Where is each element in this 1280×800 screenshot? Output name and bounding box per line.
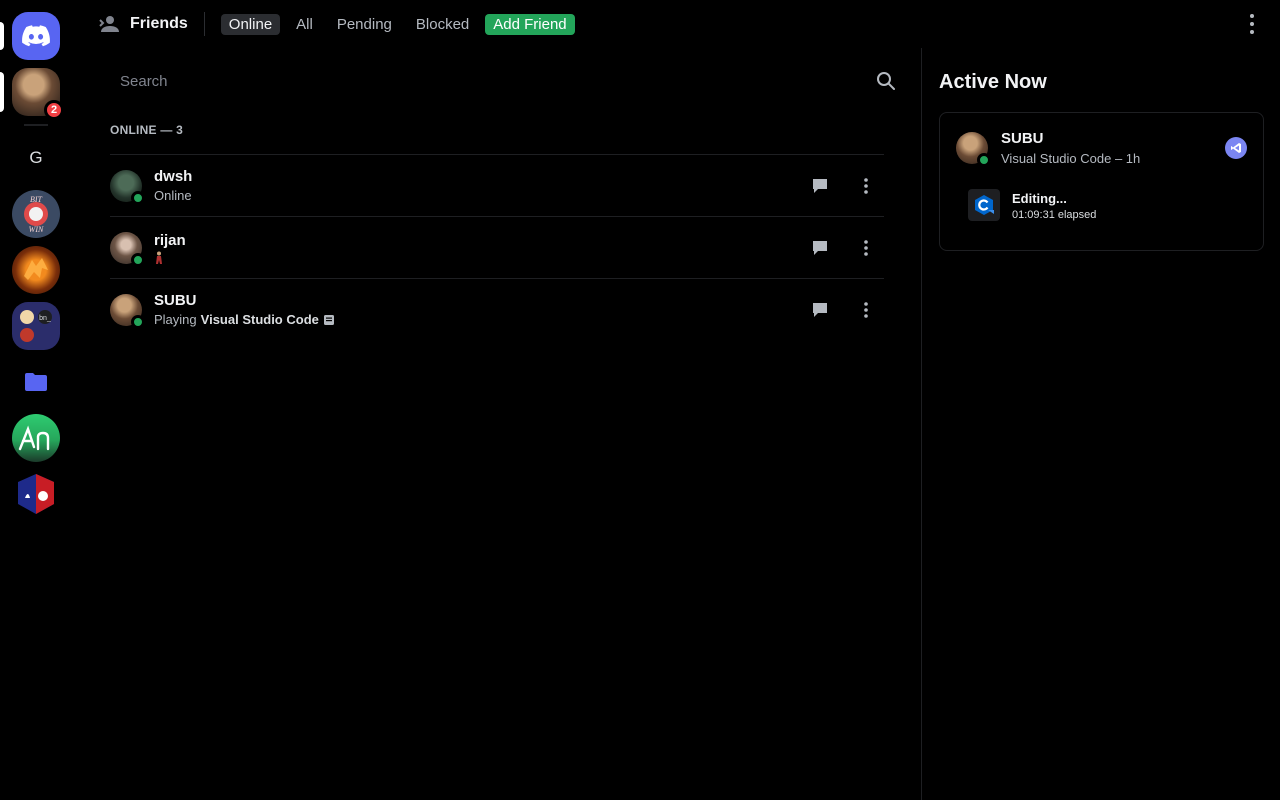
kebab-menu-icon (1250, 14, 1254, 34)
server-bit-win[interactable]: BIT WIN (12, 190, 60, 238)
friends-list-panel: ONLINE — 3 dwsh Online (72, 48, 921, 800)
friends-tabs: Online All Pending Blocked Add Friend (220, 13, 575, 35)
dragon-logo-icon (24, 258, 48, 280)
active-now-card[interactable]: SUBU Visual Studio Code – 1h Editing... … (939, 112, 1264, 251)
online-status-icon (131, 190, 145, 205)
friend-name: rijan (154, 231, 186, 249)
online-status-icon (131, 314, 145, 329)
tab-blocked[interactable]: Blocked (408, 14, 477, 35)
server-rail: 2 G BIT WIN bn_ (0, 0, 72, 800)
chat-bubble-icon (813, 178, 827, 193)
friend-row-subu[interactable]: SUBU Playing Visual Studio Code (110, 278, 884, 340)
svg-text:BIT: BIT (30, 195, 43, 204)
status-app: Visual Studio Code (200, 311, 319, 327)
tab-pending[interactable]: Pending (329, 14, 400, 35)
kebab-menu-icon (864, 301, 868, 318)
custom-status-emoji-icon (156, 251, 162, 264)
home-button[interactable] (0, 12, 60, 60)
unread-pill (0, 72, 4, 112)
message-button[interactable] (802, 230, 838, 266)
search-icon (877, 72, 895, 90)
selected-pill (0, 22, 4, 50)
bit-win-logo-icon: BIT WIN (13, 191, 59, 237)
row-actions (802, 292, 884, 328)
kebab-menu-icon (864, 177, 868, 194)
discord-app: 2 G BIT WIN bn_ Friends Online All Pendi… (0, 0, 1280, 800)
avatar (110, 169, 145, 205)
friends-header: Friends (98, 12, 205, 36)
status-prefix: Playing (154, 311, 197, 327)
vscode-app-icon (1225, 137, 1247, 159)
search-bar (110, 64, 896, 98)
more-options-button[interactable] (1244, 12, 1260, 36)
server-folder[interactable] (12, 358, 60, 406)
message-button[interactable] (802, 292, 838, 328)
server-group[interactable]: bn_ (12, 302, 60, 350)
server-group-icon: bn_ (20, 310, 52, 342)
friend-status: Online (154, 187, 192, 203)
more-button[interactable] (848, 230, 884, 266)
more-button[interactable] (848, 168, 884, 204)
active-now-title: Active Now (939, 71, 1047, 93)
activity-detail: Editing... 01:09:31 elapsed (956, 183, 1247, 235)
shield-logo-icon (18, 474, 54, 514)
friend-info: SUBU Playing Visual Studio Code (154, 291, 335, 329)
more-button[interactable] (848, 292, 884, 328)
kebab-menu-icon (864, 239, 868, 256)
friend-status: Playing Visual Studio Code (154, 311, 335, 329)
svg-text:bn_: bn_ (39, 315, 51, 322)
unread-badge: 2 (44, 100, 64, 120)
online-status-icon (131, 252, 145, 267)
top-bar: Friends Online All Pending Blocked Add F… (72, 0, 1280, 48)
online-status-icon (977, 153, 991, 167)
active-user-activity: Visual Studio Code – 1h (1001, 151, 1141, 166)
add-friend-button[interactable]: Add Friend (485, 13, 575, 35)
friend-row-rijan[interactable]: rijan (110, 216, 884, 278)
chat-bubble-icon (813, 240, 827, 255)
server-g[interactable]: G (12, 134, 60, 182)
folder-icon (25, 373, 47, 391)
row-actions (802, 168, 884, 204)
an-logo-icon (18, 425, 50, 451)
chat-bubble-icon (813, 302, 827, 317)
search-input[interactable] (120, 72, 820, 90)
friend-name: SUBU (154, 291, 197, 309)
friends-list: dwsh Online rijan SUBU Playing Visual St… (110, 154, 884, 340)
friend-info: dwsh Online (154, 167, 192, 205)
friend-name: dwsh (154, 167, 193, 185)
activity-elapsed: 01:09:31 elapsed (1012, 209, 1097, 221)
rich-presence-icon (323, 314, 334, 325)
activity-title: Editing... (1012, 191, 1067, 206)
server-dm-avatar[interactable]: 2 (0, 68, 64, 120)
friends-icon (99, 16, 119, 32)
server-letter: G (29, 148, 43, 167)
friends-title: Friends (130, 15, 188, 32)
tab-all[interactable]: All (288, 14, 321, 35)
friend-row-dwsh[interactable]: dwsh Online (110, 154, 884, 216)
friend-status (154, 251, 186, 265)
friend-info: rijan (154, 231, 186, 265)
server-an[interactable] (12, 414, 60, 462)
row-actions (802, 230, 884, 266)
svg-text:WIN: WIN (29, 225, 44, 234)
c-language-icon (968, 189, 1000, 221)
avatar (956, 132, 991, 167)
discord-logo-icon (22, 25, 50, 47)
message-button[interactable] (802, 168, 838, 204)
avatar (110, 293, 145, 329)
server-dragon[interactable] (12, 246, 60, 294)
online-count-heading: ONLINE — 3 (110, 123, 184, 137)
server-nepal[interactable] (12, 470, 60, 518)
tab-online[interactable]: Online (220, 13, 281, 35)
avatar (110, 231, 145, 267)
active-now-panel: Active Now SUBU Visual Studio Code – 1h … (922, 48, 1280, 800)
rail-divider (24, 124, 48, 126)
active-user-name: SUBU (1001, 130, 1044, 147)
